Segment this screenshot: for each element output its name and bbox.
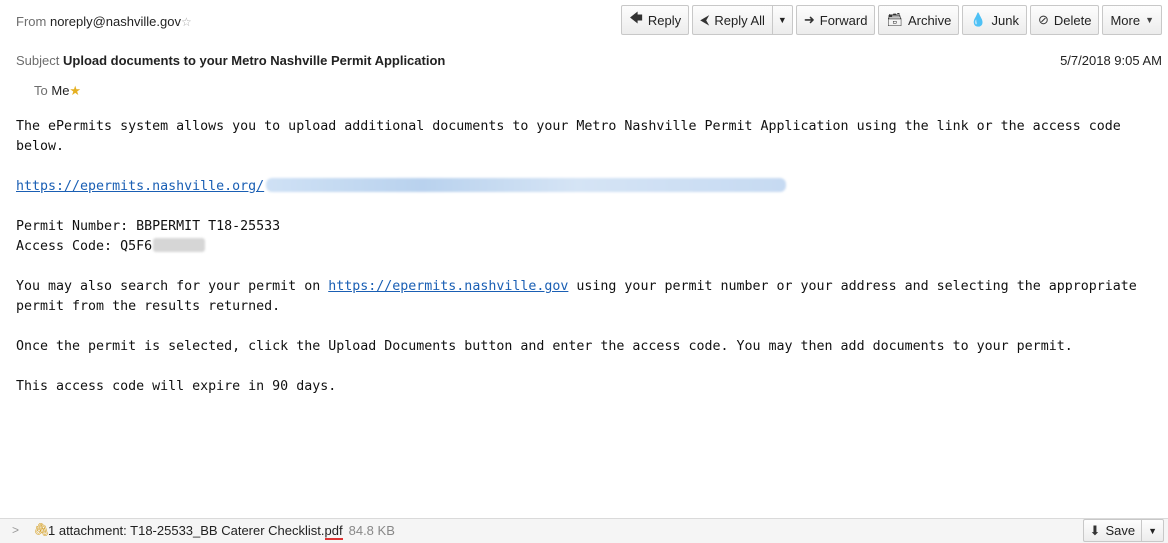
reply-all-group: ⮜ Reply All ▼ (692, 5, 793, 35)
to-recipient[interactable]: Me (51, 83, 69, 98)
access-code-line: Access Code: Q5F6 (16, 239, 153, 254)
redacted-access-code (153, 238, 206, 252)
message-date: 5/7/2018 9:05 AM (1060, 53, 1162, 68)
save-button[interactable]: ⬇ Save (1082, 519, 1142, 542)
reply-all-icon: ⮜ (700, 12, 710, 27)
reply-button[interactable]: 🡄 Reply (621, 5, 690, 35)
from-label: From (16, 14, 47, 29)
save-label: Save (1105, 523, 1136, 538)
chevron-down-icon: ▼ (1145, 15, 1154, 25)
reply-all-dropdown[interactable]: ▼ (771, 5, 793, 35)
junk-button[interactable]: 💧 Junk (962, 5, 1027, 35)
subject-row: Subject Upload documents to your Metro N… (16, 53, 445, 68)
attachment-name: 1 attachment: T18-25533_BB Caterer Check… (48, 523, 325, 538)
to-label: To (34, 83, 48, 98)
chevron-down-icon: ▼ (777, 15, 787, 25)
from-address[interactable]: noreply@nashville.gov (50, 14, 181, 29)
to-row: To Me★ (34, 83, 81, 99)
search-text-before: You may also search for your permit on (16, 279, 329, 294)
more-button[interactable]: More ▼ (1102, 5, 1162, 35)
reply-label: Reply (647, 12, 682, 28)
body-paragraph-expiry: This access code will expire in 90 days. (16, 379, 337, 394)
forward-icon: ➜ (803, 12, 815, 27)
download-icon: ⬇ (1089, 522, 1101, 538)
body-paragraph-upload: Once the permit is selected, click the U… (16, 339, 1073, 354)
attachment-size: 84.8 KB (348, 523, 395, 538)
message-body: The ePermits system allows you to upload… (16, 117, 1156, 417)
epermits-upload-link[interactable]: https://epermits.nashville.org/ (16, 179, 264, 194)
archive-button[interactable]: 🗃 Archive (878, 5, 960, 35)
star-outline-icon[interactable]: ☆ (181, 15, 192, 29)
junk-icon: 💧 (970, 12, 987, 27)
delete-label: Delete (1053, 12, 1092, 28)
star-icon[interactable]: ★ (69, 83, 81, 98)
save-group: ⬇ Save ▼ (1082, 519, 1164, 542)
archive-label: Archive (907, 12, 952, 28)
subject-label: Subject (16, 53, 60, 68)
permit-number-line: Permit Number: BBPERMIT T18-25533 (16, 219, 281, 234)
chevron-right-icon[interactable]: > (12, 523, 19, 537)
reply-all-label: Reply All (714, 12, 765, 28)
attachment-extension: pdf (324, 523, 343, 540)
body-paragraph-search: You may also search for your permit on h… (16, 277, 1156, 317)
message-header: From noreply@nashville.gov☆ 🡄 Reply ⮜ Repl… (0, 0, 1168, 108)
forward-label: Forward (819, 12, 868, 28)
reply-icon: 🡄 (629, 10, 643, 25)
delete-button[interactable]: ⊘ Delete (1029, 5, 1100, 35)
attachment-summary[interactable]: 1 attachment: T18-25533_BB Caterer Check… (48, 523, 395, 540)
attachment-bar: > 🖇 1 attachment: T18-25533_BB Caterer C… (0, 518, 1168, 543)
epermits-site-link[interactable]: https://epermits.nashville.gov (328, 279, 568, 294)
message-toolbar: 🡄 Reply ⮜ Reply All ▼ ➜ Forward 🗃 Archive 💧 J… (621, 5, 1162, 35)
body-paragraph-intro: The ePermits system allows you to upload… (16, 119, 1121, 154)
more-label: More (1110, 12, 1141, 28)
forward-button[interactable]: ➜ Forward (795, 5, 876, 35)
delete-icon: ⊘ (1037, 12, 1049, 27)
body-link-line: https://epermits.nashville.org/ (16, 177, 1156, 197)
reply-all-button[interactable]: ⮜ Reply All (692, 5, 772, 35)
subject-text: Upload documents to your Metro Nashville… (63, 53, 446, 68)
save-dropdown[interactable]: ▼ (1141, 519, 1164, 542)
from-row: From noreply@nashville.gov☆ (16, 14, 192, 29)
junk-label: Junk (991, 12, 1019, 28)
chevron-down-icon: ▼ (1148, 525, 1157, 536)
redacted-link-path (266, 178, 787, 192)
archive-icon: 🗃 (886, 12, 903, 27)
permit-details: Permit Number: BBPERMIT T18-25533 Access… (16, 217, 1156, 257)
